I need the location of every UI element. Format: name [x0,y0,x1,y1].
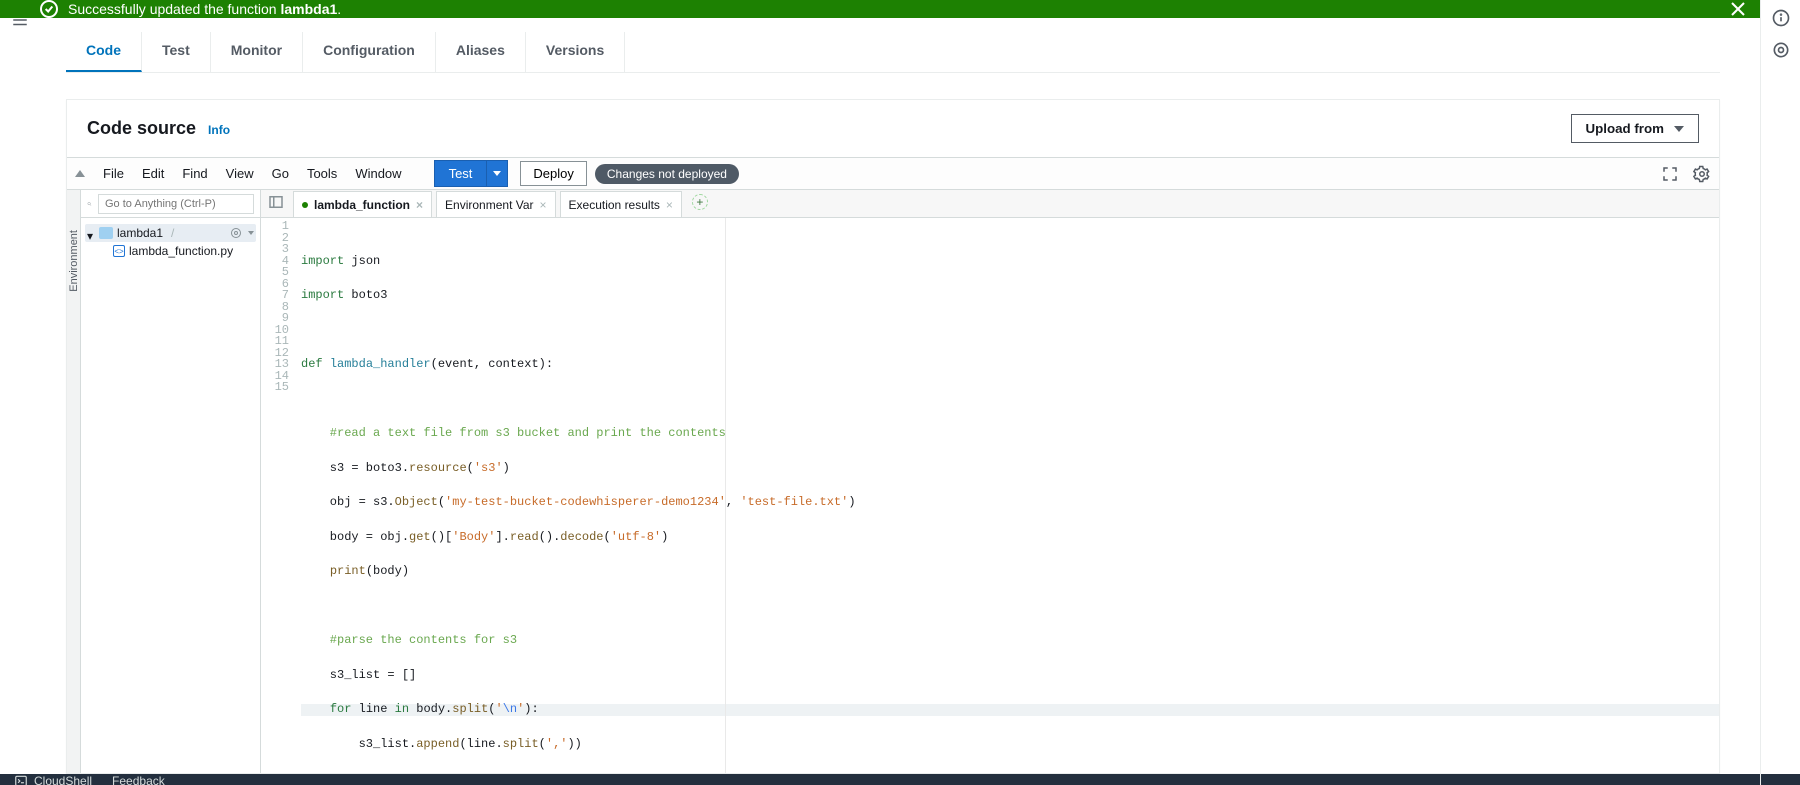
tab-close-icon[interactable]: × [416,198,423,212]
upload-from-button[interactable]: Upload from [1571,114,1700,143]
menu-go[interactable]: Go [264,162,297,185]
right-utility-strip [1760,0,1800,785]
tree-file[interactable]: <> lambda_function.py [85,242,256,260]
tab-test[interactable]: Test [142,32,211,72]
banner-close-button[interactable] [1726,0,1750,21]
ruler [725,218,726,773]
tab-code[interactable]: Code [66,32,142,72]
function-tabs: Code Test Monitor Configuration Aliases … [66,32,1720,73]
deploy-button[interactable]: Deploy [520,161,586,186]
panel-title: Code source [87,118,196,139]
feedback-link[interactable]: Feedback [112,774,165,785]
twisty-down-icon: ▾ [87,229,95,237]
code-editor[interactable]: 123456789101112131415 import json import… [261,218,1719,773]
menu-view[interactable]: View [218,162,262,185]
file-explorer: ▾ lambda1/ <> lambda_function.py [81,190,261,773]
close-icon [1731,2,1745,16]
menu-edit[interactable]: Edit [134,162,172,185]
deploy-status-pill: Changes not deployed [595,164,739,184]
ide: File Edit Find View Go Tools Window Test… [67,157,1719,773]
test-button[interactable]: Test [434,160,509,187]
add-tab-button[interactable]: + [692,194,708,210]
toggle-sidebar-icon[interactable] [267,193,285,211]
success-banner: Successfully updated the function lambda… [0,0,1760,18]
gear-icon[interactable] [230,227,242,239]
gear-icon[interactable] [1693,165,1711,183]
tab-aliases[interactable]: Aliases [436,32,526,72]
goto-anything-input[interactable] [98,194,254,214]
python-file-icon: <> [113,245,125,257]
target-icon[interactable] [1771,40,1791,60]
info-icon[interactable] [1771,8,1791,28]
caret-down-icon [248,231,254,235]
info-link[interactable]: Info [208,123,230,137]
editor-tab-lambda-function[interactable]: lambda_function × [293,191,432,217]
menu-file[interactable]: File [95,162,132,185]
fullscreen-icon[interactable] [1661,165,1679,183]
code-source-panel: Code source Info Upload from File Edit F… [66,99,1720,774]
tab-close-icon[interactable]: × [666,198,673,212]
banner-text: Successfully updated the function lambda… [68,1,341,17]
search-icon[interactable] [87,197,92,211]
editor-tab-execution-results[interactable]: Execution results × [560,191,682,217]
folder-icon [99,227,113,239]
editor-tabbar: lambda_function × Environment Var × Exec… [261,190,1719,218]
menu-tools[interactable]: Tools [299,162,345,185]
test-dropdown[interactable] [486,161,507,186]
tab-versions[interactable]: Versions [526,32,625,72]
caret-down-icon [1674,126,1684,132]
menu-find[interactable]: Find [174,162,215,185]
footer-bar: CloudShell Feedback [0,774,1800,785]
cloudshell-button[interactable]: CloudShell [14,774,92,785]
caret-down-icon [493,171,501,176]
success-check-icon [40,0,58,18]
collapse-toggle-icon[interactable] [75,170,85,177]
ide-menubar: File Edit Find View Go Tools Window Test… [67,158,1719,190]
terminal-icon [14,774,28,785]
tab-configuration[interactable]: Configuration [303,32,436,72]
tab-close-icon[interactable]: × [540,198,547,212]
tab-monitor[interactable]: Monitor [211,32,303,72]
environment-rail[interactable]: Environment [67,190,81,773]
tree-root-folder[interactable]: ▾ lambda1/ [85,224,256,242]
editor-tab-environment-variables[interactable]: Environment Var × [436,191,556,217]
dirty-dot-icon [302,202,308,208]
line-gutter: 123456789101112131415 [261,218,295,773]
menu-window[interactable]: Window [347,162,409,185]
